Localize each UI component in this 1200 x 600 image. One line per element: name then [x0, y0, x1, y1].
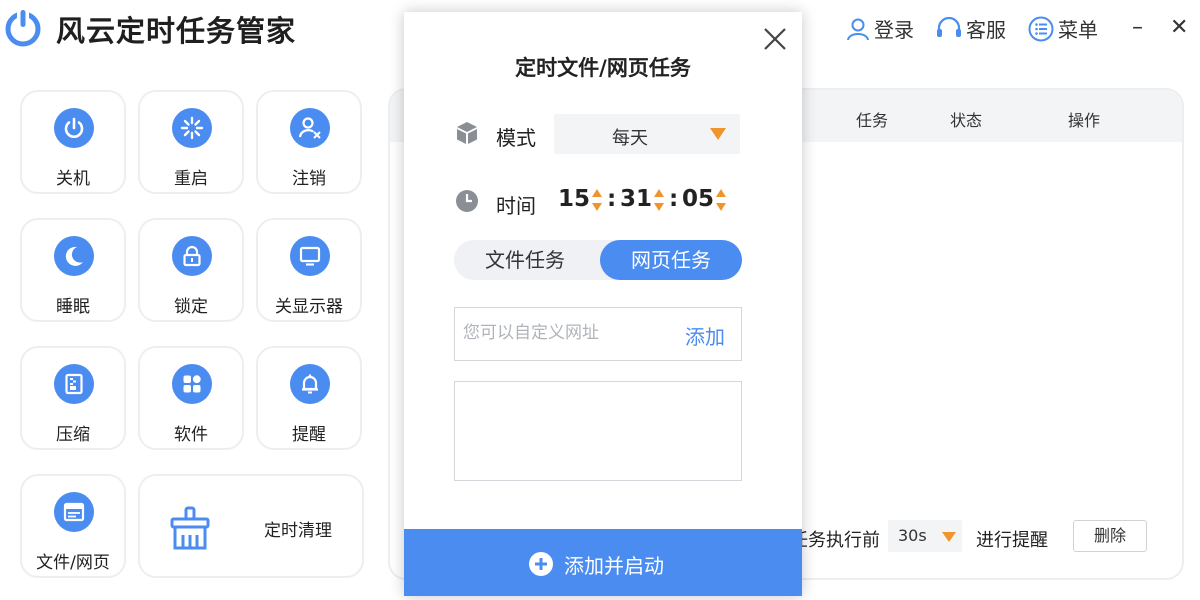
power-icon	[54, 108, 94, 148]
browser-icon	[54, 492, 94, 532]
tool-logout[interactable]: 注销	[256, 90, 362, 194]
service-button[interactable]: 客服	[936, 14, 1006, 43]
tool-label: 压缩	[56, 425, 90, 445]
tool-sleep[interactable]: 睡眠	[20, 218, 126, 322]
tab-web-task[interactable]: 网页任务	[600, 240, 742, 280]
time-separator: :	[607, 186, 617, 212]
tool-label: 重启	[174, 169, 208, 189]
minute-value[interactable]: 31	[620, 186, 652, 212]
zip-icon	[54, 364, 94, 404]
hour-stepper-icon[interactable]	[592, 189, 602, 211]
url-field: 添加	[454, 307, 742, 361]
time-separator: :	[669, 186, 679, 212]
top-actions: 登录 客服 菜单	[846, 14, 1120, 43]
menu-button[interactable]: 菜单	[1028, 14, 1098, 43]
reminder-suffix: 进行提醒	[976, 530, 1048, 551]
tool-label: 锁定	[174, 297, 208, 317]
tool-label: 软件	[174, 425, 208, 445]
restart-icon	[172, 108, 212, 148]
tool-file-web[interactable]: 文件/网页	[20, 474, 126, 578]
url-input[interactable]	[461, 322, 665, 344]
tool-shutdown[interactable]: 关机	[20, 90, 126, 194]
second-stepper-icon[interactable]	[716, 189, 726, 211]
task-type-tabs: 文件任务 网页任务	[454, 240, 742, 280]
column-header-status: 状态	[950, 111, 983, 130]
tool-monitor-off[interactable]: 关显示器	[256, 218, 362, 322]
menu-list-icon	[1028, 16, 1054, 41]
tool-label: 关机	[56, 169, 90, 189]
mode-select[interactable]: 每天	[554, 114, 740, 154]
login-label: 登录	[874, 18, 914, 42]
tool-label: 注销	[292, 169, 326, 189]
app-title: 风云定时任务管家	[56, 14, 297, 48]
logout-user-icon	[290, 108, 330, 148]
minimize-button[interactable]: –	[1132, 14, 1143, 42]
column-header-task: 任务	[856, 111, 889, 130]
schedule-dialog: 定时文件/网页任务 模式 每天 时间 15 : 31 : 05 文件任务 网页任…	[404, 12, 802, 596]
add-and-start-button[interactable]: 添加并启动	[404, 529, 802, 596]
lock-icon	[172, 236, 212, 276]
tool-restart[interactable]: 重启	[138, 90, 244, 194]
hour-value[interactable]: 15	[558, 186, 590, 212]
tool-lock[interactable]: 锁定	[138, 218, 244, 322]
time-label: 时间	[496, 194, 536, 218]
reminder-time-value: 30s	[898, 526, 927, 545]
tool-scheduled-cleanup[interactable]: 定时清理	[138, 474, 364, 578]
login-button[interactable]: 登录	[846, 14, 914, 43]
tab-file-task[interactable]: 文件任务	[454, 240, 596, 280]
dialog-title: 定时文件/网页任务	[515, 56, 691, 80]
tool-label: 定时清理	[264, 521, 332, 541]
mode-value: 每天	[612, 128, 648, 149]
plus-circle-icon	[529, 552, 553, 576]
moon-icon	[54, 236, 94, 276]
user-icon	[847, 18, 869, 40]
reminder-prefix: 任务执行前	[790, 530, 880, 551]
power-logo-icon	[5, 8, 41, 47]
mode-label: 模式	[496, 126, 536, 150]
delete-button[interactable]: 删除	[1073, 520, 1147, 552]
close-icon[interactable]	[760, 24, 790, 54]
headset-icon	[937, 16, 961, 37]
tool-label: 提醒	[292, 425, 326, 445]
add-and-start-label: 添加并启动	[564, 554, 664, 578]
tool-label: 关显示器	[275, 297, 343, 317]
minute-stepper-icon[interactable]	[654, 189, 664, 211]
chevron-down-icon	[942, 532, 956, 542]
reminder-time-select[interactable]: 30s	[888, 520, 962, 552]
tool-software[interactable]: 软件	[138, 346, 244, 450]
cube-icon	[457, 122, 477, 144]
chevron-down-icon	[710, 128, 726, 140]
tool-compress[interactable]: 压缩	[20, 346, 126, 450]
broom-icon	[170, 506, 210, 550]
menu-label: 菜单	[1058, 18, 1098, 42]
service-label: 客服	[966, 18, 1006, 42]
monitor-icon	[290, 236, 330, 276]
bell-icon	[290, 364, 330, 404]
tool-label: 睡眠	[56, 297, 90, 317]
tool-reminder[interactable]: 提醒	[256, 346, 362, 450]
apps-icon	[172, 364, 212, 404]
add-url-button[interactable]: 添加	[685, 321, 725, 350]
second-value[interactable]: 05	[682, 186, 714, 212]
column-header-action: 操作	[1068, 111, 1101, 130]
url-list[interactable]	[454, 381, 742, 481]
clock-icon	[456, 190, 478, 212]
tool-label: 文件/网页	[36, 553, 110, 573]
window-close-button[interactable]: ✕	[1170, 14, 1188, 42]
